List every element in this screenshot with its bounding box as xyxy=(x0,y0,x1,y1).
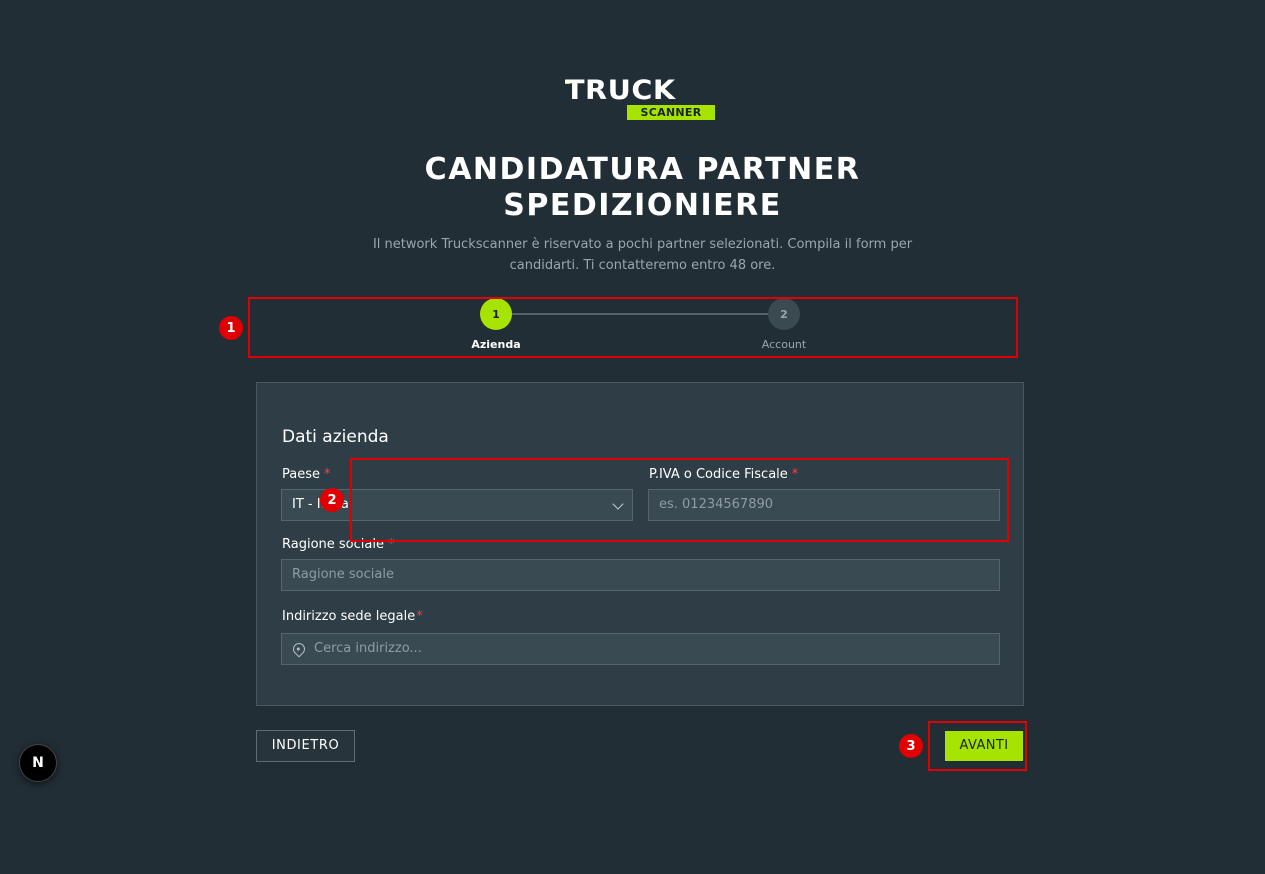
country-label: Paese * xyxy=(282,467,331,482)
logo-word-scanner: SCANNER xyxy=(627,105,715,120)
annotation-box-2 xyxy=(350,458,1009,542)
logo-word-truck: TRUCK xyxy=(565,75,676,106)
annotation-box-1 xyxy=(248,297,1018,358)
annotation-badge-2: 2 xyxy=(320,488,344,512)
page-subtitle: Il network Truckscanner è riservato a po… xyxy=(372,237,913,273)
annotation-box-3 xyxy=(928,721,1027,771)
required-mark: * xyxy=(324,467,331,482)
nextjs-logo-icon: N xyxy=(32,755,44,771)
company-name-placeholder: Ragione sociale xyxy=(292,567,394,582)
address-label: Indirizzo sede legale* xyxy=(282,609,423,624)
company-name-input[interactable]: Ragione sociale xyxy=(281,559,1000,591)
annotation-badge-3: 3 xyxy=(899,734,923,758)
truckscanner-logo: TRUCK SCANNER xyxy=(565,75,715,122)
company-form-card: Dati azienda Paese* IT - Italia P.IVA o … xyxy=(256,382,1024,706)
page-title-line-1: CANDIDATURA PARTNER xyxy=(424,152,861,187)
annotation-badge-1: 1 xyxy=(219,316,243,340)
required-mark: * xyxy=(416,609,423,624)
location-pin-icon xyxy=(290,640,308,658)
back-button[interactable]: INDIETRO xyxy=(256,730,355,762)
address-search-input[interactable]: Cerca indirizzo... xyxy=(281,633,1000,665)
nextjs-dev-badge[interactable]: N xyxy=(19,744,57,782)
section-title: Dati azienda xyxy=(282,427,389,447)
page-title: CANDIDATURA PARTNER SPEDIZIONIERE xyxy=(300,152,985,224)
page-title-line-2: SPEDIZIONIERE xyxy=(503,188,782,223)
address-placeholder: Cerca indirizzo... xyxy=(314,641,422,656)
